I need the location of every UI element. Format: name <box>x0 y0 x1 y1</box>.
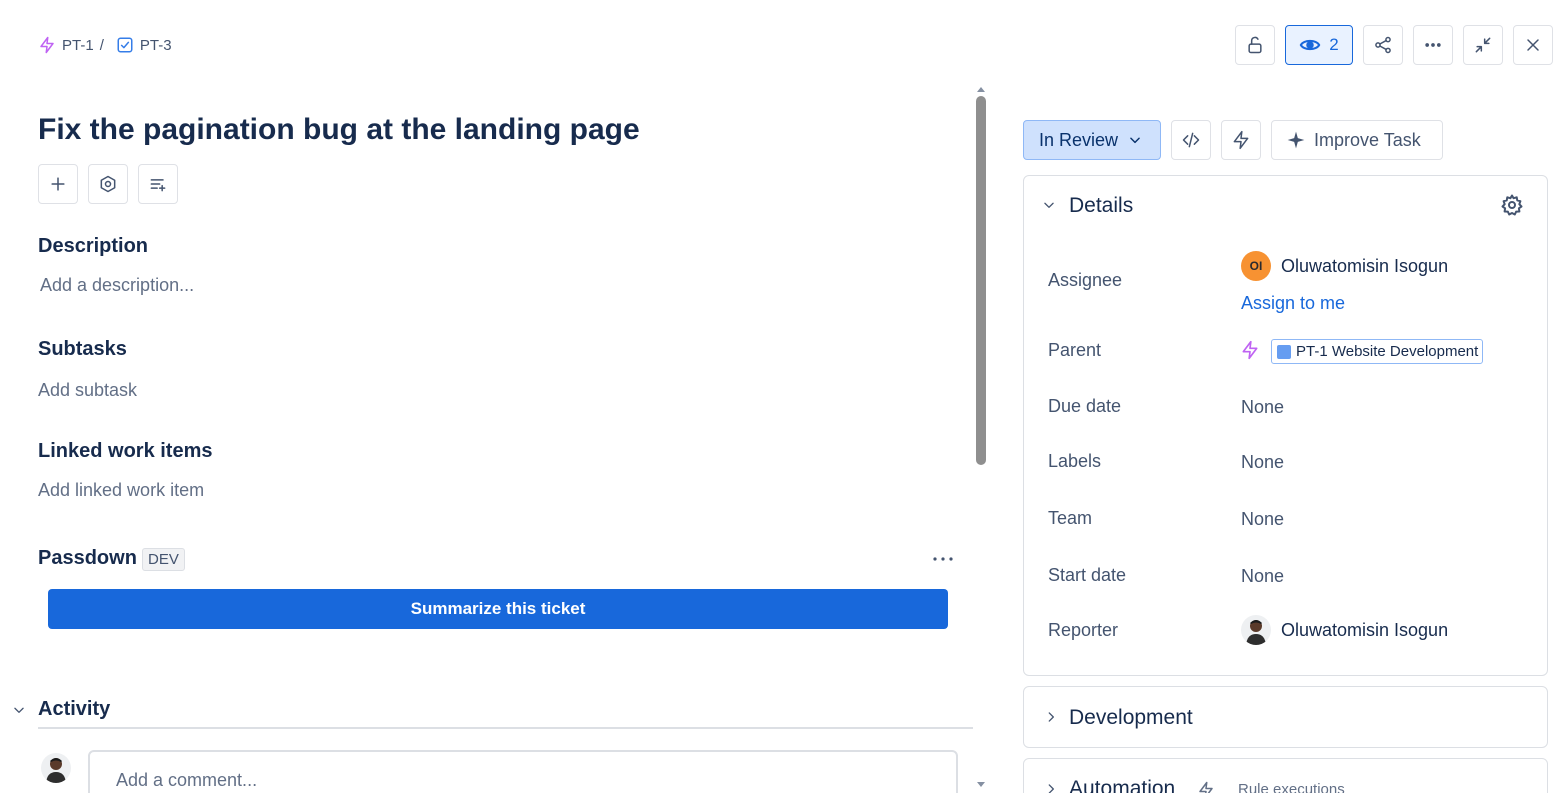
gear-icon <box>1501 194 1523 216</box>
team-value[interactable]: None <box>1241 509 1284 530</box>
code-icon <box>1182 132 1200 148</box>
details-toggle[interactable] <box>1040 195 1058 215</box>
add-subtask-button[interactable]: Add subtask <box>38 380 137 401</box>
status-label: In Review <box>1039 129 1119 150</box>
due-date-label: Due date <box>1048 396 1122 416</box>
scroll-up-icon <box>977 87 985 92</box>
chevron-down-icon <box>1130 137 1140 144</box>
automation-button[interactable] <box>1221 120 1261 160</box>
watch-button[interactable]: 2 <box>1285 25 1353 65</box>
reporter-label: Reporter <box>1048 620 1119 640</box>
lightning-icon <box>1199 781 1213 793</box>
add-fields-button[interactable] <box>138 164 178 204</box>
activity-toggle[interactable] <box>10 700 28 720</box>
chevron-right-icon <box>1048 712 1054 722</box>
task-checkbox-icon <box>116 36 134 54</box>
unlock-icon <box>1248 36 1262 54</box>
sparkle-icon <box>1287 131 1305 149</box>
minimize-icon <box>1475 37 1491 53</box>
share-button[interactable] <box>1363 25 1403 65</box>
more-actions-button[interactable] <box>1413 25 1453 65</box>
apps-button[interactable] <box>88 164 128 204</box>
description-input[interactable]: Add a description... <box>40 275 194 296</box>
automation-subtext: Rule executions <box>1238 781 1345 793</box>
watch-count: 2 <box>1329 35 1339 54</box>
parent-value: PT-1 Website Development <box>1296 343 1479 360</box>
scroll-down-icon <box>977 782 985 787</box>
list-add-icon <box>150 179 166 192</box>
breadcrumb: PT-1 / PT-3 <box>38 34 172 56</box>
breadcrumb-task-link[interactable]: PT-3 <box>140 37 172 54</box>
dev-badge: DEV <box>142 548 185 571</box>
passdown-heading: Passdown <box>38 547 137 569</box>
plus-icon <box>51 177 65 191</box>
hexagon-icon <box>100 175 116 193</box>
improve-task-label: Improve Task <box>1314 129 1421 150</box>
parent-color-square <box>1277 344 1291 359</box>
restrictions-button[interactable] <box>1235 25 1275 65</box>
add-linked-item-button[interactable]: Add linked work item <box>38 480 204 501</box>
assignee-name[interactable]: Oluwatomisin Isogun <box>1281 256 1448 277</box>
close-icon <box>1527 39 1539 51</box>
parent-label: Parent <box>1048 340 1102 360</box>
team-label: Team <box>1048 508 1093 528</box>
automation-panel[interactable]: Automation Rule executions <box>1023 758 1548 793</box>
chevron-right-icon <box>1048 784 1054 793</box>
passdown-more-button[interactable] <box>928 546 958 572</box>
description-heading: Description <box>38 235 149 257</box>
epic-icon <box>1240 340 1260 365</box>
breadcrumb-parent-link[interactable]: PT-1 <box>62 37 94 54</box>
reporter-name[interactable]: Oluwatomisin Isogun <box>1281 620 1448 641</box>
parent-link[interactable]: PT-1 Website Development <box>1271 339 1484 364</box>
start-date-label: Start date <box>1048 565 1127 585</box>
more-horizontal-icon <box>933 557 953 561</box>
details-heading: Details <box>1069 194 1134 217</box>
assign-to-me-link[interactable]: Assign to me <box>1241 293 1345 314</box>
add-button[interactable] <box>38 164 78 204</box>
chevron-down-icon <box>14 707 24 713</box>
automation-heading: Automation <box>1069 777 1176 793</box>
comment-placeholder: Add a comment... <box>116 770 258 790</box>
labels-value[interactable]: None <box>1241 452 1284 473</box>
start-date-value[interactable]: None <box>1241 566 1284 587</box>
labels-label: Labels <box>1048 451 1102 471</box>
status-dropdown[interactable]: In Review <box>1023 120 1161 160</box>
linked-items-heading: Linked work items <box>38 440 213 462</box>
epic-icon <box>38 36 56 54</box>
details-settings-button[interactable] <box>1500 193 1524 217</box>
development-heading: Development <box>1069 706 1193 729</box>
scrollbar[interactable] <box>974 84 988 793</box>
activity-heading: Activity <box>38 698 111 720</box>
close-button[interactable] <box>1513 25 1553 65</box>
lightning-icon <box>1233 130 1249 150</box>
task-title[interactable]: Fix the pagination bug at the landing pa… <box>38 113 640 147</box>
breadcrumb-separator: / <box>99 36 104 54</box>
assignee-label: Assignee <box>1048 270 1123 290</box>
subtasks-heading: Subtasks <box>38 338 127 360</box>
due-date-value[interactable]: None <box>1241 397 1284 418</box>
code-button[interactable] <box>1171 120 1211 160</box>
share-icon <box>1375 36 1391 54</box>
more-horizontal-icon <box>1425 43 1441 47</box>
development-panel[interactable]: Development <box>1023 686 1548 748</box>
comment-input[interactable]: Add a comment... <box>88 750 958 793</box>
minimize-button[interactable] <box>1463 25 1503 65</box>
summarize-button[interactable]: Summarize this ticket <box>48 589 948 629</box>
assignee-avatar: OI <box>1241 251 1271 281</box>
activity-divider <box>38 727 973 729</box>
reporter-avatar <box>1241 615 1271 645</box>
chevron-down-icon <box>1044 202 1054 208</box>
avatar <box>41 753 71 783</box>
eye-icon <box>1299 34 1321 56</box>
improve-task-button[interactable]: Improve Task <box>1271 120 1443 160</box>
scrollbar-thumb[interactable] <box>976 96 986 465</box>
details-panel <box>1023 175 1548 676</box>
